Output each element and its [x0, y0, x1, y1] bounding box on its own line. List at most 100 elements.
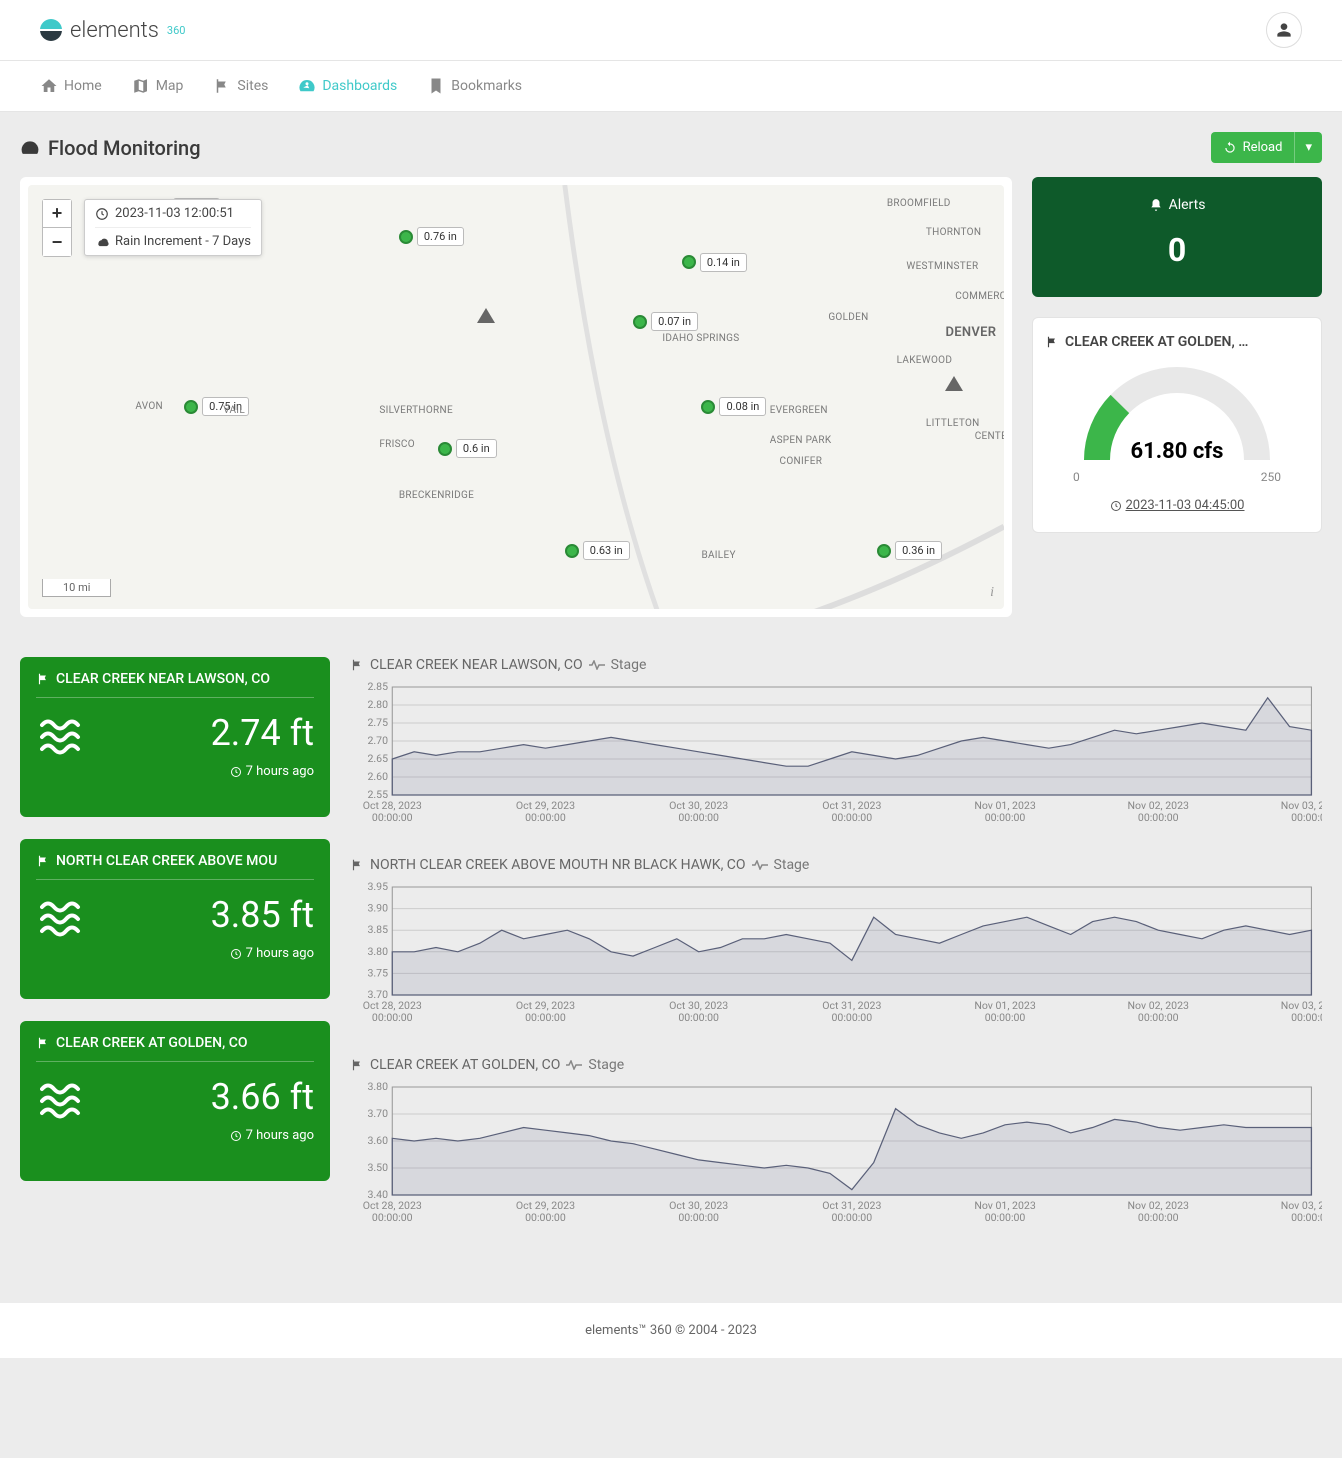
svg-text:3.95: 3.95 — [367, 880, 388, 893]
svg-text:00:00:00: 00:00:00 — [525, 1211, 566, 1224]
svg-text:Oct 31, 2023: Oct 31, 2023 — [822, 1199, 881, 1212]
map-city-label: Silverthorne — [379, 405, 453, 416]
map-city-label: Idaho Springs — [662, 333, 739, 344]
map-city-label: Avon — [135, 401, 163, 412]
map-city-label: CENTENNIAL — [975, 431, 1004, 442]
svg-text:Oct 29, 2023: Oct 29, 2023 — [516, 1199, 575, 1212]
nav-map[interactable]: Map — [132, 61, 184, 111]
nav-dashboards[interactable]: Dashboards — [298, 61, 397, 111]
chart-block: CLEAR CREEK AT GOLDEN, CO Stage3.403.503… — [350, 1057, 1322, 1233]
svg-text:Nov 02, 2023: Nov 02, 2023 — [1128, 1199, 1190, 1212]
chart-canvas[interactable]: 2.552.602.652.702.752.802.85Oct 28, 2023… — [350, 679, 1322, 829]
stat-title: CLEAR CREEK NEAR LAWSON, CO — [56, 671, 270, 687]
marker-dot-icon — [184, 400, 198, 414]
stat-card[interactable]: CLEAR CREEK AT GOLDEN, CO3.66 ft7 hours … — [20, 1021, 330, 1181]
svg-text:Oct 29, 2023: Oct 29, 2023 — [516, 999, 575, 1012]
map-city-label: Vail — [223, 405, 245, 416]
stat-card[interactable]: CLEAR CREEK NEAR LAWSON, CO2.74 ft7 hour… — [20, 657, 330, 817]
reload-button[interactable]: Reload ▾ — [1211, 132, 1322, 163]
clock-icon — [95, 207, 109, 221]
gauge-panel: CLEAR CREEK AT GOLDEN, … 61.80 cfs 0250 … — [1032, 317, 1322, 533]
nav-sites[interactable]: Sites — [213, 61, 268, 111]
map-marker[interactable]: 0.07 in — [633, 312, 698, 331]
map-marker[interactable]: 0.08 in — [701, 397, 766, 416]
chart-canvas[interactable]: 3.403.503.603.703.80Oct 28, 202300:00:00… — [350, 1079, 1322, 1229]
gauge-timestamp-link[interactable]: 2023-11-03 04:45:00 — [1110, 498, 1245, 513]
marker-dot-icon — [701, 400, 715, 414]
stat-card[interactable]: NORTH CLEAR CREEK ABOVE MOU3.85 ft7 hour… — [20, 839, 330, 999]
map-scale: 10 mi — [42, 579, 111, 597]
alerts-panel[interactable]: Alerts 0 — [1032, 177, 1322, 297]
zoom-in-button[interactable]: + — [43, 200, 71, 228]
stat-ago: 7 hours ago — [36, 946, 314, 961]
map-marker[interactable]: 0.76 in — [399, 227, 464, 246]
svg-text:00:00:00: 00:00:00 — [985, 811, 1026, 824]
svg-text:3.80: 3.80 — [367, 945, 388, 958]
map-attribution-icon[interactable]: i — [990, 585, 994, 601]
nav-bookmarks[interactable]: Bookmarks — [427, 61, 522, 111]
svg-text:00:00:00: 00:00:00 — [985, 1211, 1026, 1224]
stat-title: CLEAR CREEK AT GOLDEN, CO — [56, 1035, 248, 1051]
brand-suffix: 360 — [167, 24, 186, 37]
svg-text:Nov 01, 2023: Nov 01, 2023 — [974, 799, 1036, 812]
marker-dot-icon — [438, 442, 452, 456]
logo[interactable]: elements360 — [40, 18, 185, 43]
marker-label: 0.6 in — [456, 439, 497, 458]
marker-dot-icon — [565, 544, 579, 558]
svg-text:Oct 30, 2023: Oct 30, 2023 — [669, 1199, 728, 1212]
svg-text:00:00:00: 00:00:00 — [832, 811, 873, 824]
map-city-label: Commerce City — [955, 291, 1004, 302]
svg-text:00:00:00: 00:00:00 — [678, 1211, 719, 1224]
marker-dot-icon — [877, 544, 891, 558]
svg-text:2.80: 2.80 — [367, 698, 388, 711]
map-marker[interactable]: 0.6 in — [438, 439, 497, 458]
map-layer: Rain Increment - 7 Days — [115, 234, 251, 249]
flag-icon — [1045, 335, 1059, 349]
page-title: Flood Monitoring — [20, 136, 201, 160]
svg-text:Oct 30, 2023: Oct 30, 2023 — [669, 999, 728, 1012]
svg-text:Oct 30, 2023: Oct 30, 2023 — [669, 799, 728, 812]
svg-text:Nov 01, 2023: Nov 01, 2023 — [974, 999, 1036, 1012]
marker-label: 0.14 in — [700, 253, 747, 272]
marker-label: 0.63 in — [583, 541, 630, 560]
svg-text:00:00:00: 00:00:00 — [525, 1011, 566, 1024]
svg-text:Nov 01, 2023: Nov 01, 2023 — [974, 1199, 1036, 1212]
svg-text:00:00:00: 00:00:00 — [1138, 1211, 1179, 1224]
svg-text:00:00:00: 00:00:00 — [832, 1211, 873, 1224]
flag-icon — [36, 1036, 50, 1050]
svg-text:00:00:00: 00:00:00 — [678, 811, 719, 824]
svg-text:Oct 28, 2023: Oct 28, 2023 — [363, 999, 422, 1012]
map-triangle-marker[interactable] — [945, 376, 963, 391]
map-city-label: Evergreen — [770, 405, 828, 416]
zoom-out-button[interactable]: − — [43, 228, 71, 256]
svg-text:3.50: 3.50 — [367, 1161, 388, 1174]
chart-canvas[interactable]: 3.703.753.803.853.903.95Oct 28, 202300:0… — [350, 879, 1322, 1029]
chart-metric: Stage — [611, 657, 647, 673]
svg-text:3.75: 3.75 — [367, 967, 388, 980]
map-marker[interactable]: 0.63 in — [565, 541, 630, 560]
clock-icon — [230, 766, 242, 778]
stat-ago: 7 hours ago — [36, 764, 314, 779]
chart-title: CLEAR CREEK NEAR LAWSON, CO — [370, 657, 583, 673]
svg-text:Nov 03, 2023: Nov 03, 2023 — [1281, 799, 1322, 812]
clock-icon — [230, 948, 242, 960]
map-marker[interactable]: 0.36 in — [877, 541, 942, 560]
clock-icon — [230, 1130, 242, 1142]
map-panel: + − 2023-11-03 12:00:51 Rain Increment -… — [20, 177, 1012, 617]
nav-home[interactable]: Home — [40, 61, 102, 111]
svg-text:00:00:00: 00:00:00 — [1291, 811, 1322, 824]
reload-menu-caret[interactable]: ▾ — [1294, 132, 1322, 163]
svg-text:00:00:00: 00:00:00 — [372, 1011, 413, 1024]
marker-label: 0.07 in — [651, 312, 698, 331]
map-triangle-marker[interactable] — [477, 308, 495, 323]
map-timestamp: 2023-11-03 12:00:51 — [115, 206, 234, 221]
marker-dot-icon — [633, 315, 647, 329]
gauge-chart: 61.80 cfs — [1077, 360, 1277, 470]
map-city-label: GOLDEN — [828, 312, 868, 323]
bookmark-icon — [427, 77, 445, 95]
map-marker[interactable]: 0.14 in — [682, 253, 747, 272]
svg-text:Nov 03, 2023: Nov 03, 2023 — [1281, 1199, 1322, 1212]
map-canvas[interactable]: + − 2023-11-03 12:00:51 Rain Increment -… — [28, 185, 1004, 609]
user-menu-button[interactable] — [1266, 12, 1302, 48]
map-city-label: Aspen Park — [770, 435, 832, 446]
